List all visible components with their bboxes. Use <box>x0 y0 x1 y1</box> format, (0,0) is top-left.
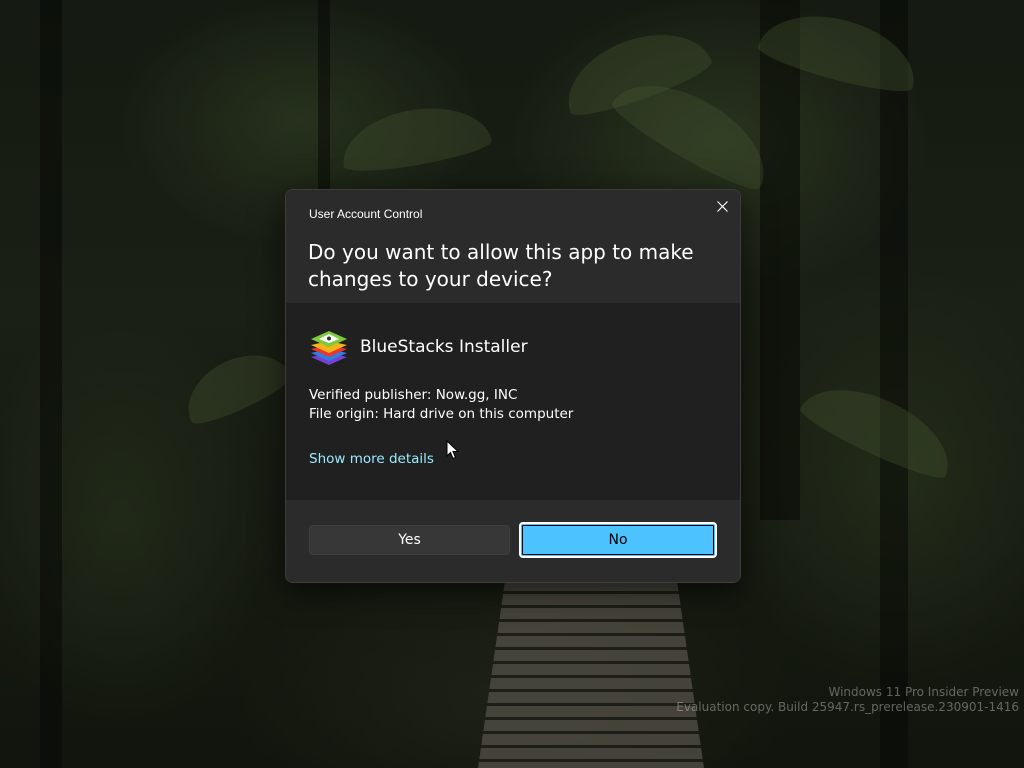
close-button[interactable] <box>712 196 732 216</box>
desktop-background: Windows 11 Pro Insider Preview Evaluatio… <box>0 0 1024 768</box>
watermark-build: Evaluation copy. Build 25947.rs_prerelea… <box>676 700 1019 714</box>
verified-publisher: Verified publisher: Now.gg, INC <box>309 387 518 403</box>
build-watermark: Windows 11 Pro Insider Preview Evaluatio… <box>676 685 1019 715</box>
publisher-info: Verified publisher: Now.gg, INC File ori… <box>309 386 573 424</box>
uac-dialog: User Account Control Do you want to allo… <box>285 189 741 583</box>
dialog-header: User Account Control Do you want to allo… <box>286 190 740 303</box>
dialog-body: BlueStacks Installer Verified publisher:… <box>286 303 740 500</box>
close-icon <box>716 200 728 212</box>
watermark-edition: Windows 11 Pro Insider Preview <box>828 685 1019 699</box>
file-origin: File origin: Hard drive on this computer <box>309 406 574 422</box>
bluestacks-icon <box>311 331 347 365</box>
show-more-details-link[interactable]: Show more details <box>309 451 434 467</box>
dialog-title: User Account Control <box>309 207 423 221</box>
no-button[interactable]: No <box>519 522 717 558</box>
mouse-cursor-icon <box>446 440 460 460</box>
dialog-question: Do you want to allow this app to make ch… <box>308 240 694 291</box>
app-info-row: BlueStacks Installer <box>309 327 528 367</box>
dialog-footer: Yes No <box>286 500 740 582</box>
app-name: BlueStacks Installer <box>360 337 528 357</box>
yes-button[interactable]: Yes <box>309 525 510 555</box>
